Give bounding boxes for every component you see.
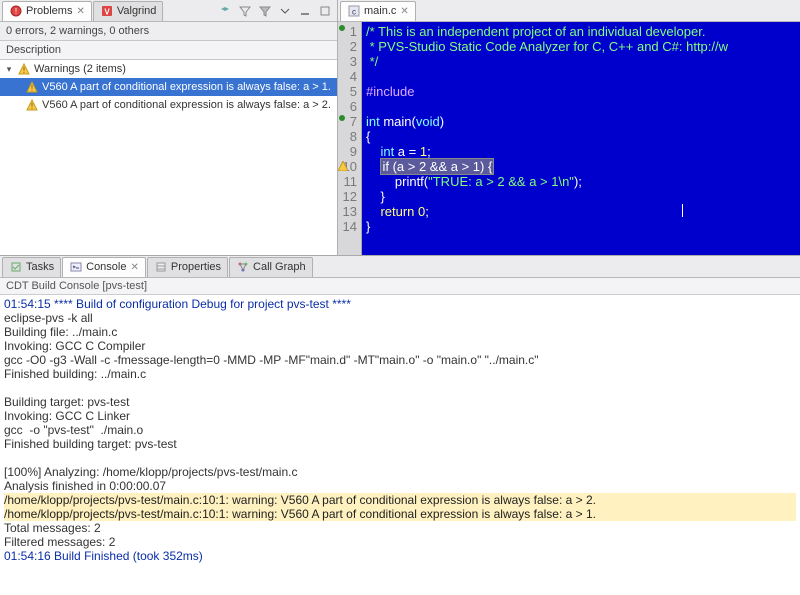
problems-summary: 0 errors, 2 warnings, 0 others (0, 22, 337, 40)
warning-icon: ! (17, 62, 31, 76)
error-icon: ! (9, 4, 23, 18)
svg-text:V: V (104, 8, 110, 17)
svg-text:!: ! (31, 84, 33, 93)
problem-item-text: V560 A part of conditional expression is… (42, 99, 331, 111)
c-file-icon: c (347, 4, 361, 18)
problem-item-text: V560 A part of conditional expression is… (42, 81, 331, 93)
editor-tab-main[interactable]: c main.c ✕ (340, 1, 416, 21)
warnings-group-label: Warnings (2 items) (34, 63, 126, 75)
editor-pane: c main.c ✕ 1234567891011121314 /* This i… (338, 0, 800, 255)
bottom-tabbar: Tasks Console ✕ Properties Call Graph (0, 256, 800, 278)
bottom-pane: Tasks Console ✕ Properties Call Graph CD… (0, 255, 800, 595)
filter-icon[interactable] (237, 3, 253, 19)
tab-tasks-label: Tasks (26, 261, 54, 273)
tab-properties-label: Properties (171, 261, 221, 273)
problem-item[interactable]: ! V560 A part of conditional expression … (0, 96, 337, 114)
problem-item[interactable]: ! V560 A part of conditional expression … (0, 78, 337, 96)
tab-valgrind[interactable]: V Valgrind (93, 1, 164, 21)
tab-console[interactable]: Console ✕ (62, 257, 146, 277)
tab-valgrind-label: Valgrind (117, 5, 157, 17)
valgrind-icon: V (100, 4, 114, 18)
callgraph-icon (236, 260, 250, 274)
close-icon[interactable]: ✕ (130, 262, 138, 273)
console-icon (69, 260, 83, 274)
menu-icon[interactable] (277, 3, 293, 19)
svg-text:!: ! (23, 66, 25, 75)
problems-toolbar (217, 3, 337, 19)
code-editor[interactable]: 1234567891011121314 /* This is an indepe… (338, 22, 800, 255)
filter2-icon[interactable] (257, 3, 273, 19)
column-header-description[interactable]: Description (0, 40, 337, 60)
editor-tab-label: main.c (364, 5, 396, 17)
console-title: CDT Build Console [pvs-test] (0, 278, 800, 295)
maximize-icon[interactable] (317, 3, 333, 19)
console-output[interactable]: 01:54:15 **** Build of configuration Deb… (0, 295, 800, 595)
close-icon[interactable]: ✕ (76, 6, 84, 17)
collapse-icon[interactable]: ▾ (4, 64, 14, 75)
warnings-group[interactable]: ▾ ! Warnings (2 items) (0, 60, 337, 78)
svg-text:c: c (352, 8, 356, 17)
tab-problems-label: Problems (26, 5, 72, 17)
warning-icon: ! (25, 98, 39, 112)
problems-view: ! Problems ✕ V Valgrind 0 errors, 2 warn… (0, 0, 338, 255)
properties-icon (154, 260, 168, 274)
focus-icon[interactable] (217, 3, 233, 19)
tab-callgraph-label: Call Graph (253, 261, 306, 273)
problems-tabbar: ! Problems ✕ V Valgrind (0, 0, 337, 22)
close-icon[interactable]: ✕ (400, 6, 408, 17)
problems-tree[interactable]: ▾ ! Warnings (2 items) ! V560 A part of … (0, 60, 337, 255)
tab-problems[interactable]: ! Problems ✕ (2, 1, 92, 21)
svg-text:!: ! (15, 7, 17, 16)
tab-console-label: Console (86, 261, 126, 273)
svg-text:!: ! (31, 102, 33, 111)
tasks-icon (9, 260, 23, 274)
tab-callgraph[interactable]: Call Graph (229, 257, 313, 277)
editor-tabbar: c main.c ✕ (338, 0, 800, 22)
minimize-icon[interactable] (297, 3, 313, 19)
line-gutter: 1234567891011121314 (338, 22, 362, 255)
tab-tasks[interactable]: Tasks (2, 257, 61, 277)
warning-icon: ! (25, 80, 39, 94)
tab-properties[interactable]: Properties (147, 257, 228, 277)
code-body[interactable]: /* This is an independent project of an … (362, 22, 732, 255)
